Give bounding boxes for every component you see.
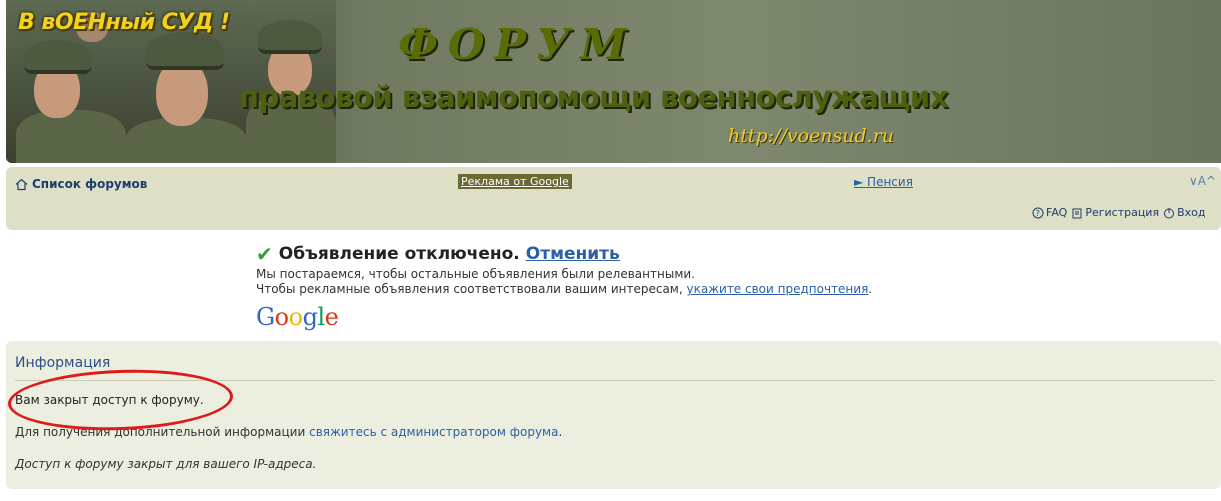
- contact-admin-link[interactable]: свяжитесь с администратором форума: [309, 425, 558, 439]
- banner-forum-title: ФОРУМ: [398, 20, 637, 69]
- faq-label: FAQ: [1046, 206, 1068, 219]
- faq-link[interactable]: ? FAQ: [1032, 206, 1067, 219]
- notice-line-1: Мы постараемся, чтобы остальные объявлен…: [256, 267, 695, 281]
- login-link[interactable]: Вход: [1163, 206, 1205, 219]
- register-icon: [1072, 208, 1082, 218]
- notice-line-2: Чтобы рекламные объявления соответствова…: [256, 282, 872, 297]
- forum-banner: В вОЕНный СУД ! ФОРУМ правовой взаимопом…: [6, 0, 1221, 163]
- svg-text:?: ?: [1036, 209, 1040, 218]
- notice-line-2-text: Чтобы рекламные объявления соответствова…: [256, 282, 683, 296]
- banner-url: http://voensud.ru: [728, 125, 895, 147]
- google-letter: l: [317, 303, 325, 331]
- google-logo: Google: [256, 303, 339, 331]
- help-icon: ?: [1032, 207, 1044, 218]
- google-letter: o: [288, 303, 303, 331]
- panel-title: Информация: [15, 355, 111, 371]
- register-label: Регистрация: [1085, 206, 1160, 219]
- notice-headline-text: Объявление отключено.: [278, 244, 520, 264]
- ad-preferences-link[interactable]: укажите свои предпочтения: [687, 282, 869, 296]
- login-label: Вход: [1177, 206, 1206, 219]
- checkmark-icon: ✔: [256, 242, 273, 266]
- notice-headline: ✔ Объявление отключено. Отменить: [256, 244, 872, 264]
- google-ads-label[interactable]: Реклама от Google: [458, 174, 572, 189]
- power-icon: [1164, 207, 1175, 218]
- ad-disabled-notice: ✔ Объявление отключено. Отменить Мы пост…: [256, 244, 872, 297]
- font-size-control[interactable]: ∨A^: [1189, 174, 1216, 188]
- notice-line-2-suffix: .: [868, 282, 873, 296]
- contact-admin-suffix: .: [558, 425, 563, 439]
- banner-subtitle: правовой взаимопомощи военнослужащих: [239, 80, 948, 114]
- google-letter: G: [256, 303, 275, 331]
- pension-link[interactable]: ► Пенсия: [854, 175, 913, 189]
- nav-bar: Список форумов Реклама от Google ► Пенси…: [6, 167, 1221, 230]
- user-links: ? FAQ Регистрация Вход: [1032, 206, 1205, 219]
- undo-button[interactable]: Отменить: [526, 244, 620, 264]
- home-icon: [15, 178, 28, 190]
- register-link[interactable]: Регистрация: [1071, 206, 1159, 219]
- forum-index-label: Список форумов: [32, 177, 148, 191]
- ip-ban-note: Доступ к форуму закрыт для вашего IP-адр…: [15, 457, 317, 471]
- forum-index-link[interactable]: Список форумов: [15, 177, 147, 191]
- banner-slogan: В вОЕНный СУД !: [18, 10, 230, 35]
- google-letter: o: [274, 303, 289, 331]
- google-letter: g: [302, 303, 318, 331]
- google-letter: e: [324, 303, 339, 331]
